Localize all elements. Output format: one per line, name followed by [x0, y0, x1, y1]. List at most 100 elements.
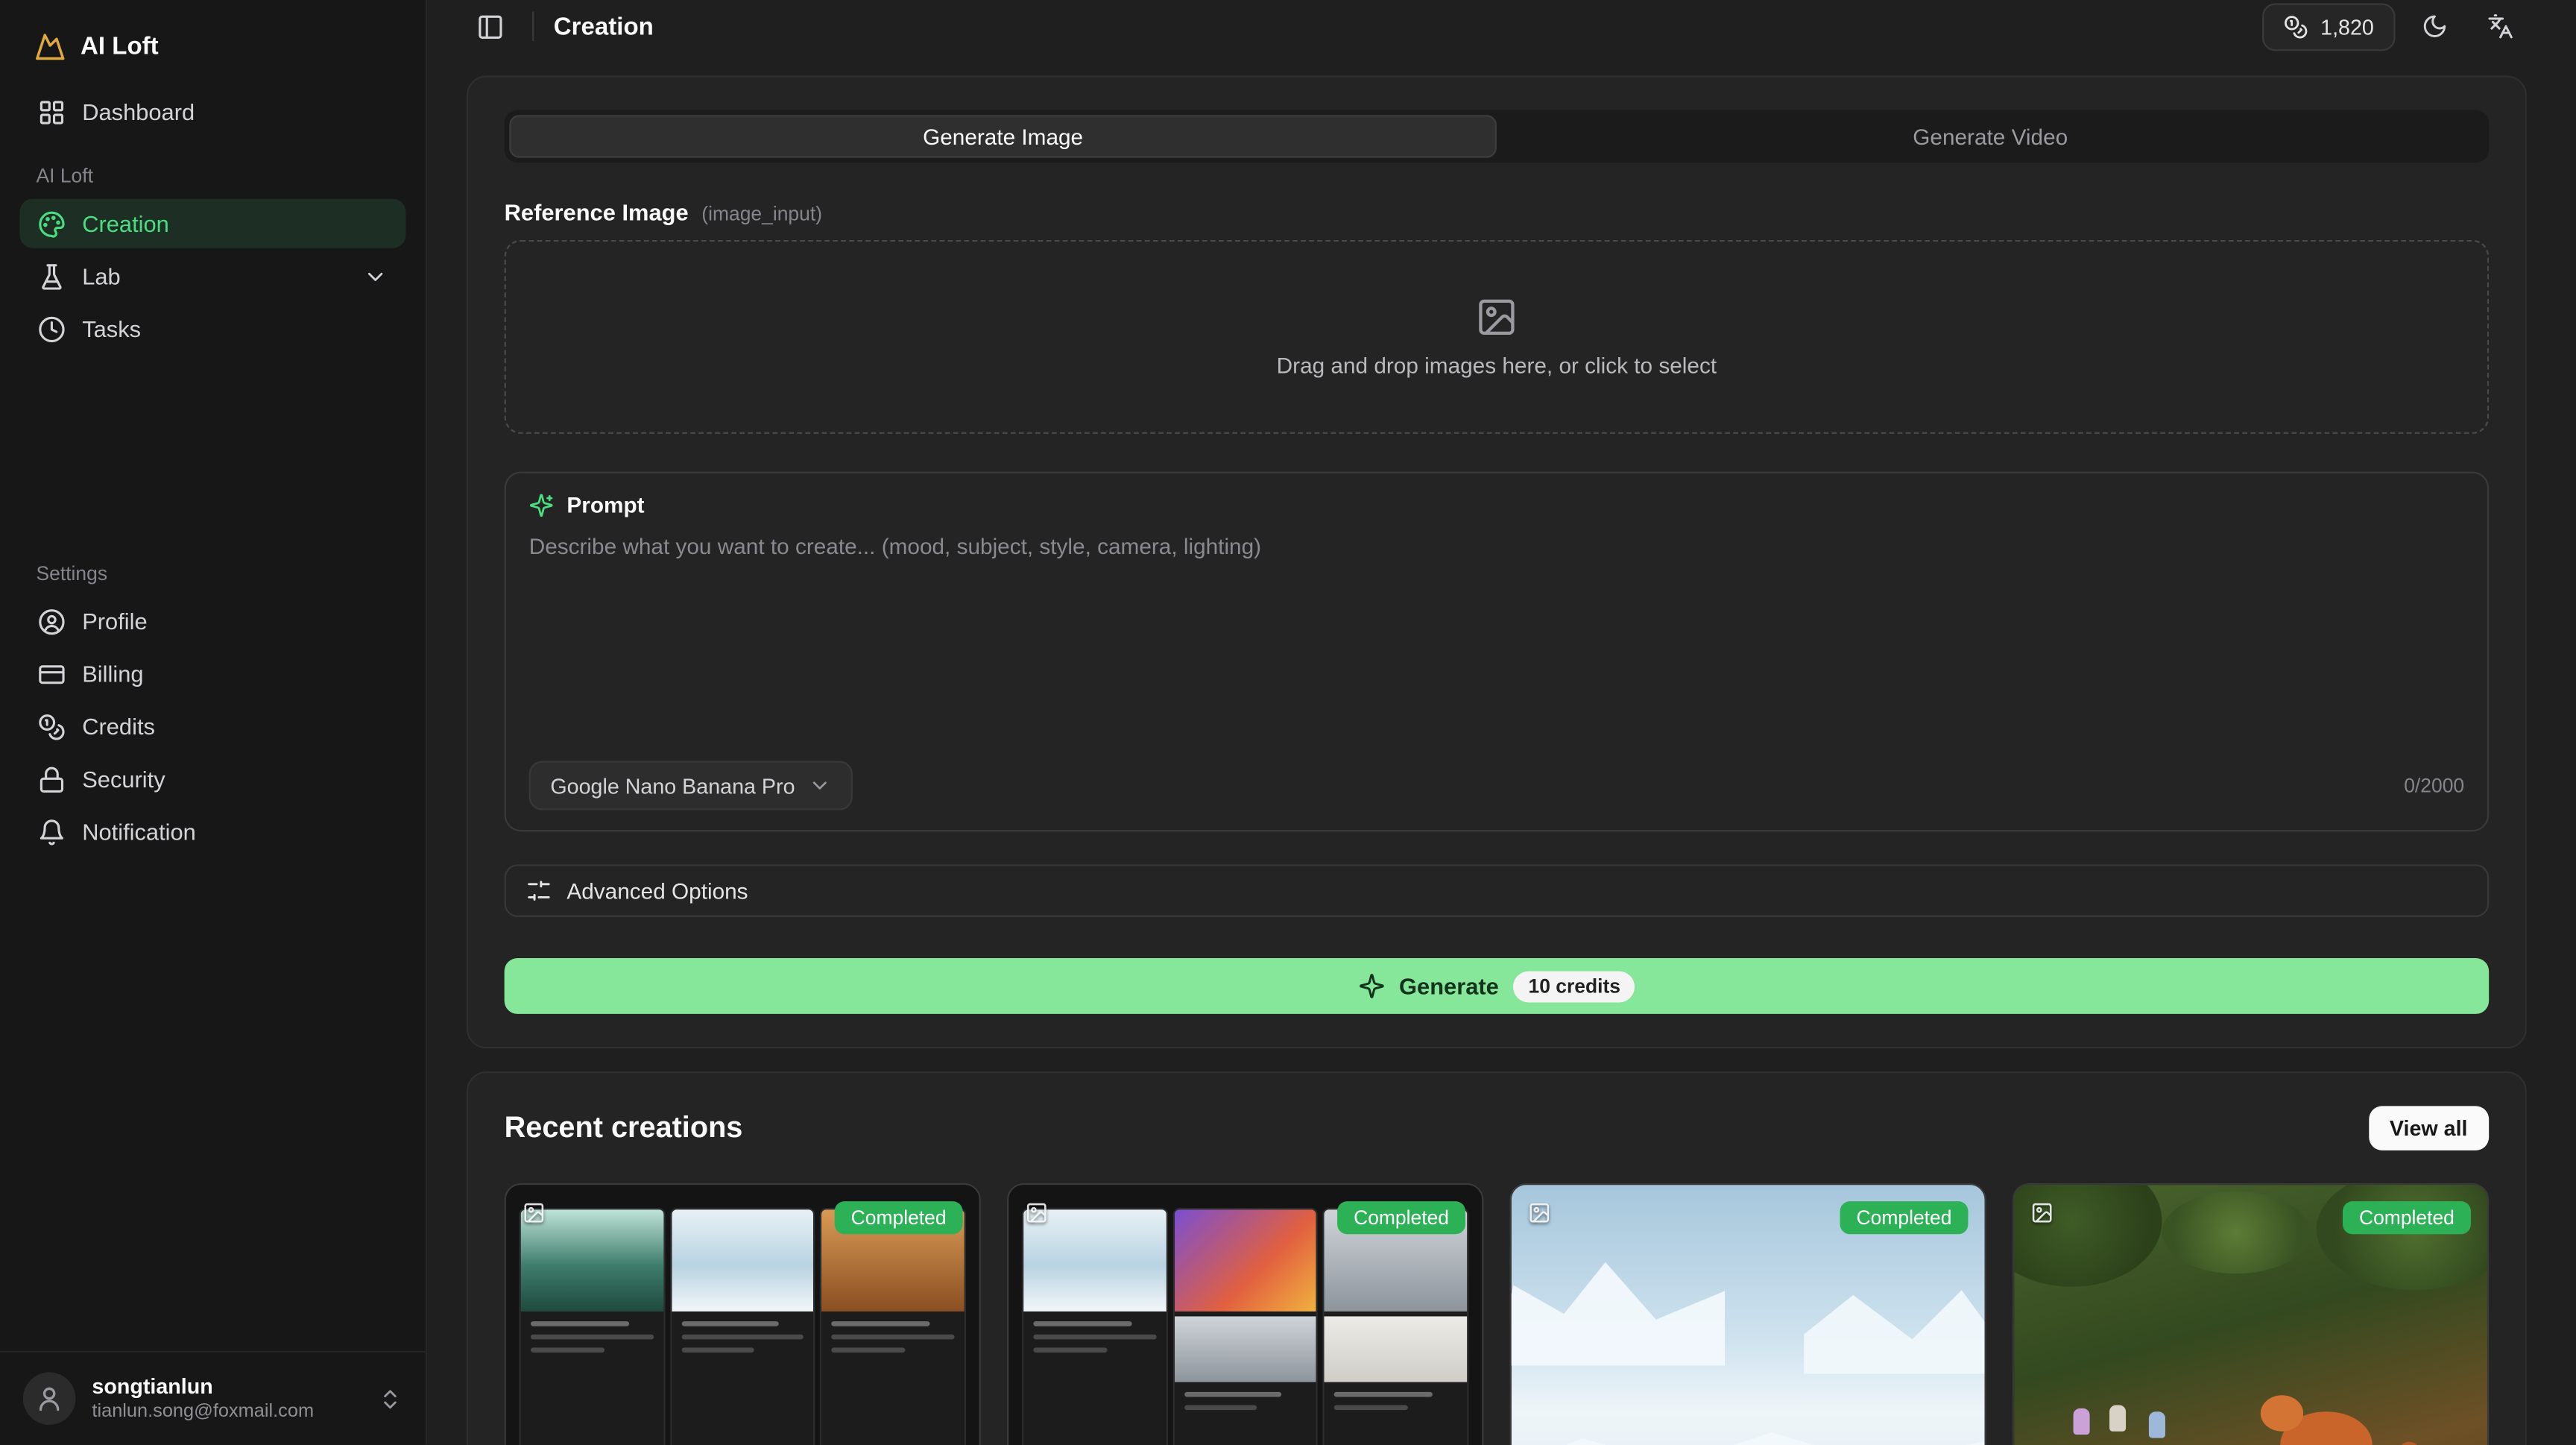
main-area: Creation 1,820 Generate Image: [427, 0, 2576, 1445]
sparkles-icon: [1358, 973, 1384, 999]
person-illustration: [2074, 1408, 2090, 1435]
sidebar-spacer: [0, 355, 426, 535]
generate-cost-badge: 10 credits: [1514, 971, 1635, 1002]
ui-collage-column: [670, 1208, 815, 1445]
page-title: Creation: [554, 13, 654, 40]
prompt-header: Prompt: [529, 493, 2464, 517]
generate-button[interactable]: Generate 10 credits: [505, 958, 2490, 1014]
ui-collage-column: [1323, 1208, 1468, 1445]
sidebar-item-label: Lab: [82, 263, 343, 289]
status-badge: Completed: [1337, 1201, 1465, 1234]
foliage-illustration: [2162, 1191, 2310, 1274]
ui-collage-column: [519, 1208, 664, 1445]
status-badge: Completed: [835, 1201, 963, 1234]
moon-icon: [2422, 13, 2448, 40]
sidebar-item-profile[interactable]: Profile: [19, 596, 405, 646]
languages-icon: [2487, 13, 2513, 40]
status-badge: Completed: [2343, 1201, 2471, 1234]
sidebar-item-notification[interactable]: Notification: [19, 807, 405, 856]
bell-icon: [36, 816, 66, 846]
red-panda-tail-illustration: [2384, 1440, 2422, 1445]
sidebar-item-label: Notification: [82, 819, 196, 845]
creation-card[interactable]: Completed: [505, 1183, 981, 1445]
sliders-icon: [525, 878, 552, 904]
sparkles-icon: [529, 493, 554, 517]
sidebar-item-billing[interactable]: Billing: [19, 649, 405, 699]
sidebar-item-label: Billing: [82, 661, 143, 687]
app-logo[interactable]: AI Loft: [0, 0, 426, 86]
sidebar-item-label: Profile: [82, 608, 147, 635]
sidebar-item-tasks[interactable]: Tasks: [19, 304, 405, 353]
foliage-illustration: [2317, 1183, 2489, 1290]
language-toggle-button[interactable]: [2474, 0, 2527, 53]
view-all-button[interactable]: View all: [2368, 1106, 2489, 1150]
status-badge: Completed: [1840, 1201, 1969, 1234]
tab-generate-image[interactable]: Generate Image: [509, 115, 1497, 157]
chevrons-up-down-icon: [378, 1387, 402, 1411]
sidebar-item-label: Dashboard: [82, 98, 195, 125]
image-icon: [1475, 296, 1518, 339]
prompt-footer: Google Nano Banana Pro 0/2000: [529, 761, 2464, 810]
recent-creations-title: Recent creations: [505, 1111, 743, 1145]
app-root: AI Loft Dashboard AI Loft Creation Lab: [0, 0, 2576, 1445]
sidebar-toggle-button[interactable]: [467, 3, 513, 49]
panel-left-icon: [476, 13, 503, 40]
topbar: Creation 1,820: [427, 0, 2576, 53]
ui-collage-column: [821, 1208, 966, 1445]
user-name: songtianlun: [92, 1374, 361, 1401]
sidebar-item-credits[interactable]: Credits: [19, 702, 405, 751]
user-menu[interactable]: songtianlun tianlun.song@foxmail.com: [0, 1351, 426, 1445]
app-name: AI Loft: [80, 32, 159, 60]
image-dropzone[interactable]: Drag and drop images here, or click to s…: [505, 240, 2490, 434]
theme-toggle-button[interactable]: [2408, 0, 2461, 53]
sidebar-item-dashboard[interactable]: Dashboard: [19, 87, 405, 136]
image-type-icon: [1528, 1201, 1551, 1224]
generate-button-label: Generate: [1399, 973, 1499, 999]
reference-image-label: Reference Image: [505, 199, 689, 225]
flask-icon: [36, 261, 66, 291]
ui-collage-column: [1022, 1208, 1167, 1445]
sidebar-item-lab[interactable]: Lab: [19, 251, 405, 300]
recent-creations-grid: Completed: [505, 1183, 2490, 1445]
sidebar-item-label: Credits: [82, 714, 155, 740]
creation-card[interactable]: Completed: [2012, 1183, 2489, 1445]
ice-floor-illustration: [1512, 1420, 1985, 1445]
generator-panel: Generate Image Generate Video Reference …: [467, 75, 2527, 1048]
mountain-logo-icon: [33, 30, 66, 63]
sidebar-item-creation[interactable]: Creation: [19, 199, 405, 248]
advanced-options-toggle[interactable]: Advanced Options: [505, 864, 2490, 917]
image-type-icon: [1025, 1201, 1048, 1224]
tab-generate-video[interactable]: Generate Video: [1497, 115, 2484, 157]
image-type-icon: [2030, 1201, 2053, 1224]
image-type-icon: [523, 1201, 546, 1224]
generator-tabs: Generate Image Generate Video: [505, 110, 2490, 163]
person-illustration: [2109, 1405, 2126, 1431]
credit-card-icon: [36, 659, 66, 689]
credits-balance-value: 1,820: [2320, 14, 2374, 39]
topbar-divider: [532, 11, 534, 41]
chevron-down-icon: [360, 261, 390, 291]
sidebar: AI Loft Dashboard AI Loft Creation Lab: [0, 0, 427, 1445]
sidebar-item-security[interactable]: Security: [19, 755, 405, 804]
iceberg-illustration: [1510, 1250, 1726, 1365]
user-email: tianlun.song@foxmail.com: [92, 1400, 361, 1424]
reference-image-header: Reference Image (image_input): [505, 199, 2490, 225]
prompt-label: Prompt: [566, 493, 644, 517]
prompt-input[interactable]: [529, 534, 2464, 761]
ui-collage-column: [1172, 1208, 1318, 1445]
sidebar-section-settings: Settings: [0, 536, 426, 595]
sidebar-item-label: Tasks: [82, 315, 141, 341]
recent-creations-header: Recent creations View all: [505, 1106, 2490, 1150]
user-info: songtianlun tianlun.song@foxmail.com: [92, 1374, 361, 1425]
creation-card[interactable]: Completed: [1510, 1183, 1986, 1445]
recent-creations-panel: Recent creations View all: [467, 1071, 2527, 1445]
model-select[interactable]: Google Nano Banana Pro: [529, 761, 853, 810]
lock-icon: [36, 764, 66, 794]
iceberg-illustration: [1804, 1275, 1986, 1373]
creation-card[interactable]: Completed: [1007, 1183, 1483, 1445]
avatar: [23, 1373, 76, 1426]
person-illustration: [2149, 1411, 2165, 1438]
coins-icon: [36, 711, 66, 741]
grid-icon: [36, 97, 66, 127]
credits-balance-badge[interactable]: 1,820: [2263, 2, 2396, 50]
